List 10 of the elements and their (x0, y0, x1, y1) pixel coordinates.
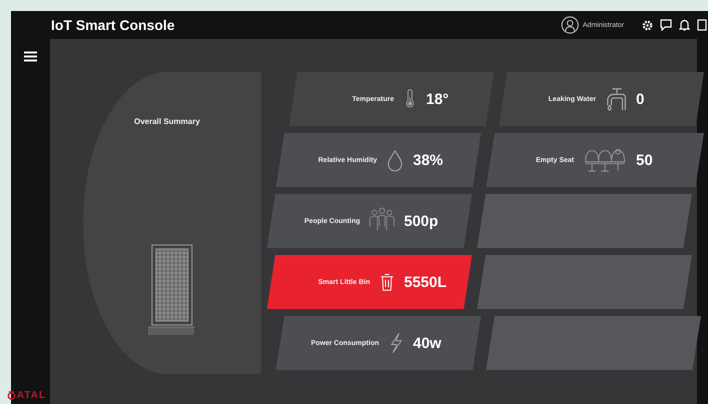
metric-value: 18° (426, 90, 450, 108)
brand-name: ATAL (16, 390, 46, 401)
summary-title: Overall Summary (134, 117, 200, 126)
metric-value: 40w (413, 334, 442, 352)
metric-value: 38% (413, 152, 444, 168)
metric-value: 50 (636, 152, 654, 168)
metric-value: 5550L (404, 274, 448, 290)
app-title: IoT Smart Console (51, 17, 176, 33)
metric-value: 500p (404, 212, 440, 230)
metric-value: 0 (636, 90, 646, 108)
